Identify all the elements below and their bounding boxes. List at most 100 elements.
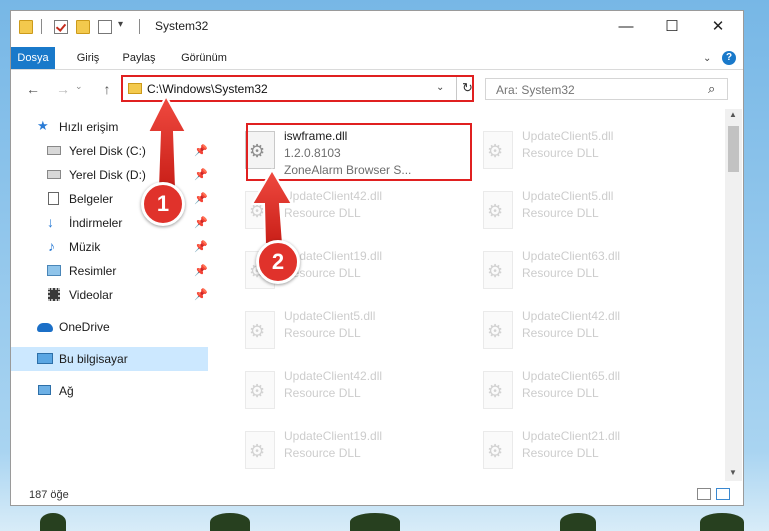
item-count: 187 öğe [29, 489, 69, 501]
details-view-icon[interactable] [697, 488, 711, 500]
divider [456, 77, 457, 100]
quick-access-dropdown-icon[interactable]: ▾ [118, 19, 123, 30]
pin-icon[interactable]: 📌 [194, 192, 208, 205]
pin-icon[interactable]: 📌 [194, 288, 208, 301]
drive-icon [47, 146, 61, 155]
minimize-button[interactable]: — [603, 11, 649, 43]
sidebar-item-label: Hızlı erişim [59, 120, 119, 134]
pin-icon[interactable]: 📌 [194, 264, 208, 277]
new-folder-icon[interactable] [76, 20, 90, 34]
maximize-button[interactable]: ☐ [649, 11, 695, 43]
video-icon [48, 288, 60, 301]
file-item[interactable]: UpdateClient21.dll Resource DLL [473, 423, 701, 481]
tab-giris[interactable]: Giriş [71, 47, 105, 69]
file-description: Resource DLL [522, 386, 599, 400]
file-description: Resource DLL [284, 326, 361, 340]
file-item[interactable]: UpdateClient63.dll Resource DLL [473, 243, 701, 301]
file-description: Resource DLL [284, 386, 361, 400]
file-name: UpdateClient5.dll [522, 129, 614, 143]
chevron-down-icon[interactable]: ⌄ [703, 53, 711, 64]
pin-icon[interactable]: 📌 [194, 144, 208, 157]
up-button[interactable]: ↑ [97, 79, 117, 99]
file-item[interactable]: UpdateClient65.dll Resource DLL [473, 363, 701, 421]
scrollbar-thumb[interactable] [728, 126, 739, 172]
dll-file-icon [483, 311, 513, 349]
download-icon: ↓ [47, 214, 54, 230]
file-item[interactable]: UpdateClient42.dll Resource DLL [235, 183, 463, 241]
sidebar-item-label: Videolar [69, 288, 113, 302]
file-name: UpdateClient42.dll [284, 189, 383, 203]
sidebar-item-quick-access[interactable]: ★ Hızlı erişim [11, 115, 208, 139]
dll-file-icon [483, 131, 513, 169]
scroll-up-icon[interactable]: ▲ [729, 110, 737, 119]
sidebar-item-pictures[interactable]: Resimler 📌 [11, 259, 208, 283]
sidebar-item-label: Ağ [59, 384, 74, 398]
forward-button[interactable]: → [53, 79, 73, 99]
palm-silhouette [700, 513, 744, 531]
back-button[interactable]: ← [23, 79, 43, 99]
refresh-icon[interactable]: ↻ [462, 80, 473, 96]
tab-paylas[interactable]: Paylaş [119, 47, 159, 69]
dll-file-icon [483, 191, 513, 229]
network-icon [38, 385, 51, 395]
sidebar-item-label: Yerel Disk (D:) [69, 168, 146, 182]
pictures-icon [47, 265, 61, 276]
vertical-scrollbar[interactable]: ▲ ▼ [725, 109, 742, 481]
close-button[interactable]: ✕ [695, 11, 741, 43]
pin-icon[interactable]: 📌 [194, 240, 208, 253]
pin-icon[interactable]: 📌 [194, 216, 208, 229]
drive-icon [47, 170, 61, 179]
address-path[interactable]: C:\Windows\System32 [147, 82, 268, 96]
callout-badge-2: 2 [256, 240, 300, 284]
file-name: UpdateClient5.dll [284, 309, 376, 323]
file-item[interactable]: UpdateClient19.dll Resource DLL [235, 423, 463, 481]
sidebar-item-videos[interactable]: Videolar 📌 [11, 283, 208, 307]
properties-icon[interactable] [54, 20, 68, 34]
scroll-down-icon[interactable]: ▼ [729, 468, 737, 477]
pin-icon[interactable]: 📌 [194, 168, 208, 181]
sidebar-item-this-pc[interactable]: Bu bilgisayar [11, 347, 208, 371]
title-bar: ▾ System32 — ☐ ✕ [11, 11, 743, 43]
file-name: UpdateClient65.dll [522, 369, 621, 383]
sidebar-item-music[interactable]: ♪ Müzik 📌 [11, 235, 208, 259]
recent-locations-icon[interactable]: ⌄ [75, 81, 83, 92]
file-description: Resource DLL [522, 266, 599, 280]
file-description: Resource DLL [522, 146, 599, 160]
divider [41, 19, 42, 34]
sidebar-item-disk-c[interactable]: Yerel Disk (C:) 📌 [11, 139, 208, 163]
sidebar-item-disk-d[interactable]: Yerel Disk (D:) 📌 [11, 163, 208, 187]
sidebar-item-onedrive[interactable]: OneDrive [11, 315, 208, 339]
file-item[interactable]: UpdateClient5.dll Resource DLL [473, 123, 701, 181]
sidebar-item-label: OneDrive [59, 320, 110, 334]
chevron-down-icon[interactable]: ⌄ [436, 82, 444, 93]
palm-silhouette [210, 513, 250, 531]
file-list: iswframe.dll 1.2.0.8103 ZoneAlarm Browse… [223, 109, 723, 479]
search-icon[interactable]: ⌕ [708, 81, 715, 97]
sidebar-item-label: İndirmeler [69, 216, 123, 230]
file-item[interactable]: UpdateClient5.dll Resource DLL [235, 303, 463, 361]
file-description: Resource DLL [522, 326, 599, 340]
window-title: System32 [155, 19, 209, 33]
file-name: UpdateClient5.dll [522, 189, 614, 203]
file-name: UpdateClient21.dll [522, 429, 621, 443]
file-item[interactable]: UpdateClient42.dll Resource DLL [473, 303, 701, 361]
tab-gorunum[interactable]: Görünüm [175, 47, 233, 69]
file-item[interactable]: UpdateClient42.dll Resource DLL [235, 363, 463, 421]
sidebar-item-network[interactable]: Ağ [11, 379, 208, 403]
address-bar[interactable]: C:\Windows\System32 ⌄ ↻ [121, 75, 474, 102]
palm-silhouette [350, 513, 400, 531]
search-input[interactable] [494, 82, 698, 98]
music-icon: ♪ [48, 238, 55, 254]
file-item[interactable]: UpdateClient5.dll Resource DLL [473, 183, 701, 241]
folder-icon [19, 20, 33, 34]
customize-toolbar-icon[interactable] [98, 20, 112, 34]
tab-dosya[interactable]: Dosya [11, 47, 55, 69]
large-icons-view-icon[interactable] [716, 488, 730, 500]
dll-file-icon [245, 191, 275, 229]
sidebar-item-label: Belgeler [69, 192, 114, 206]
search-box[interactable]: ⌕ [485, 78, 728, 100]
dll-file-icon [245, 431, 275, 469]
sidebar-item-label: Bu bilgisayar [59, 352, 128, 366]
help-icon[interactable]: ? [722, 51, 736, 65]
dll-file-icon [483, 431, 513, 469]
